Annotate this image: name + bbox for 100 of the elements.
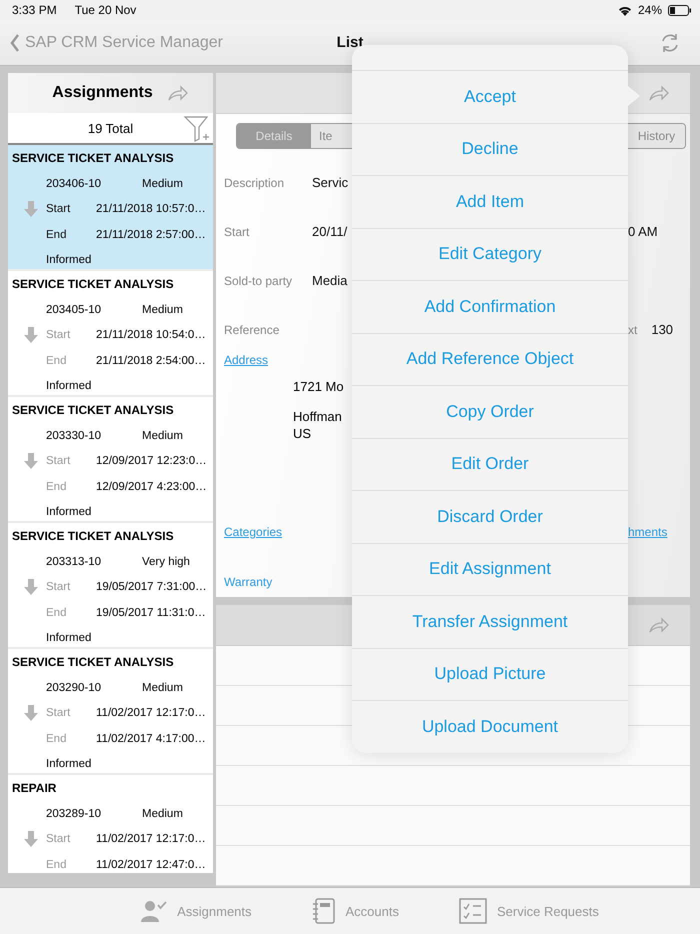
share-icon[interactable]	[648, 616, 670, 634]
menu-item[interactable]: Decline	[352, 122, 628, 175]
priority: Medium	[142, 682, 183, 694]
refresh-icon[interactable]	[660, 32, 680, 52]
priority: Medium	[142, 430, 183, 442]
status-text: Informed	[46, 758, 92, 770]
section-link[interactable]: hments	[628, 525, 668, 539]
menu-item[interactable]: Upload Document	[352, 700, 628, 752]
order-number: 203290-10	[46, 682, 102, 694]
battery-percent: 24%	[638, 3, 662, 17]
menu-item[interactable]: Upload Picture	[352, 648, 628, 700]
order-number: 203313-10	[46, 556, 102, 568]
field-label: Sold-to party	[224, 273, 294, 288]
start-time: 21/11/2018 10:54:0…	[96, 329, 206, 342]
down-arrow-icon	[24, 453, 38, 470]
notebook-icon	[312, 898, 336, 924]
priority: Medium	[142, 304, 183, 316]
person-check-icon	[141, 900, 168, 922]
menu-item[interactable]: Edit Order	[352, 438, 628, 490]
segment-tab[interactable]: Details	[237, 124, 311, 148]
assignment-title: SERVICE TICKET ANALYSIS	[12, 402, 175, 419]
back-button[interactable]: SAP CRM Service Manager	[10, 34, 223, 52]
menu-item[interactable]: Transfer Assignment	[352, 595, 628, 648]
end-label: End	[46, 858, 68, 871]
screen-title: List	[336, 34, 364, 51]
menu-item[interactable]: Add Item	[352, 175, 628, 228]
down-arrow-icon	[24, 579, 38, 596]
start-label: Start	[46, 707, 72, 720]
assignment-title: SERVICE TICKET ANALYSIS	[12, 528, 175, 545]
field-label: xt	[628, 322, 638, 337]
address-line: 1721 Mo	[293, 378, 344, 395]
section-link[interactable]: Warranty	[224, 575, 272, 589]
assignment-title: SERVICE TICKET ANALYSIS	[12, 150, 175, 167]
down-arrow-icon	[24, 201, 38, 218]
tab-bar-item[interactable]: Assignments	[135, 888, 258, 934]
end-label: End	[46, 732, 68, 745]
wifi-icon	[618, 4, 632, 16]
address-link[interactable]: Address	[224, 353, 268, 367]
field-value: Media	[312, 273, 348, 288]
share-icon[interactable]	[648, 84, 670, 102]
status-date: Tue 20 Nov	[74, 3, 136, 17]
start-time: 11/02/2017 12:17:0…	[96, 707, 206, 720]
order-number: 203406-10	[46, 178, 102, 190]
tab-bar-item[interactable]: Service Requests	[453, 888, 605, 934]
field-label: Start	[224, 224, 250, 239]
end-time: 12/09/2017 4:23:00…	[96, 480, 207, 493]
menu-item[interactable]: Add Reference Object	[352, 332, 628, 385]
down-arrow-icon	[24, 327, 38, 344]
assignment-item[interactable]: SERVICE TICKET ANALYSIS 203406-10 Medium Start 21/11/2018 10:57:0… End 21/11/2018 2:57:00… Informed	[8, 145, 213, 271]
start-time: 19/05/2017 7:31:00…	[96, 581, 207, 594]
start-time: 21/11/2018 10:57:0…	[96, 203, 206, 216]
battery-icon	[668, 4, 692, 16]
status-time: 3:33 PM	[12, 3, 57, 17]
end-label: End	[46, 606, 68, 619]
down-arrow-icon	[24, 831, 38, 848]
menu-item[interactable]: Copy Order	[352, 385, 628, 438]
menu-item[interactable]: Edit Category	[352, 228, 628, 280]
end-label: End	[46, 354, 68, 367]
start-label: Start	[46, 455, 72, 468]
end-time: 21/11/2018 2:57:00…	[96, 228, 206, 241]
menu-item[interactable]: Discard Order	[352, 490, 628, 542]
menu-item[interactable]: Add Confirmation	[352, 280, 628, 332]
total-count: 19 Total	[88, 120, 134, 136]
status-text: Informed	[46, 380, 92, 392]
start-time: 11/02/2017 12:17:0…	[96, 833, 206, 846]
panel-title: Assignments	[52, 84, 153, 102]
order-number: 203405-10	[46, 304, 102, 316]
field-label: Description	[224, 175, 286, 190]
end-time: 11/02/2017 4:17:00…	[96, 732, 206, 745]
menu-item[interactable]: Accept	[352, 70, 628, 122]
start-label: Start	[46, 203, 72, 216]
assignment-title: SERVICE TICKET ANALYSIS	[12, 276, 175, 293]
tab-bar-item[interactable]: Accounts	[306, 888, 405, 934]
address-line: US	[293, 425, 312, 442]
priority: Medium	[142, 808, 183, 820]
menu-item[interactable]: Edit Assignment	[352, 542, 628, 595]
end-label: End	[46, 480, 68, 493]
start-label: Start	[46, 329, 72, 342]
field-value: 130	[651, 322, 674, 337]
filter-icon[interactable]	[183, 115, 211, 143]
assignment-title: REPAIR	[12, 780, 58, 797]
field-value: 20/11/	[312, 224, 348, 239]
end-label: End	[46, 228, 68, 241]
share-icon[interactable]	[166, 84, 189, 102]
status-text: Informed	[46, 254, 92, 266]
order-number: 203289-10	[46, 808, 102, 820]
section-link[interactable]: Categories	[224, 525, 282, 539]
start-time: 12/09/2017 12:23:0…	[96, 455, 207, 468]
field-value: 0 AM	[628, 224, 658, 239]
order-number: 203330-10	[46, 430, 102, 442]
down-arrow-icon	[24, 705, 38, 722]
field-value: Servic	[312, 175, 348, 190]
checklist-icon	[459, 898, 487, 924]
start-label: Start	[46, 581, 72, 594]
address-line: Hoffman	[293, 408, 343, 425]
chevron-left-icon	[10, 34, 20, 52]
status-text: Informed	[46, 506, 92, 518]
priority: Very high	[142, 556, 190, 568]
end-time: 21/11/2018 2:54:00…	[96, 354, 206, 367]
start-label: Start	[46, 833, 72, 846]
